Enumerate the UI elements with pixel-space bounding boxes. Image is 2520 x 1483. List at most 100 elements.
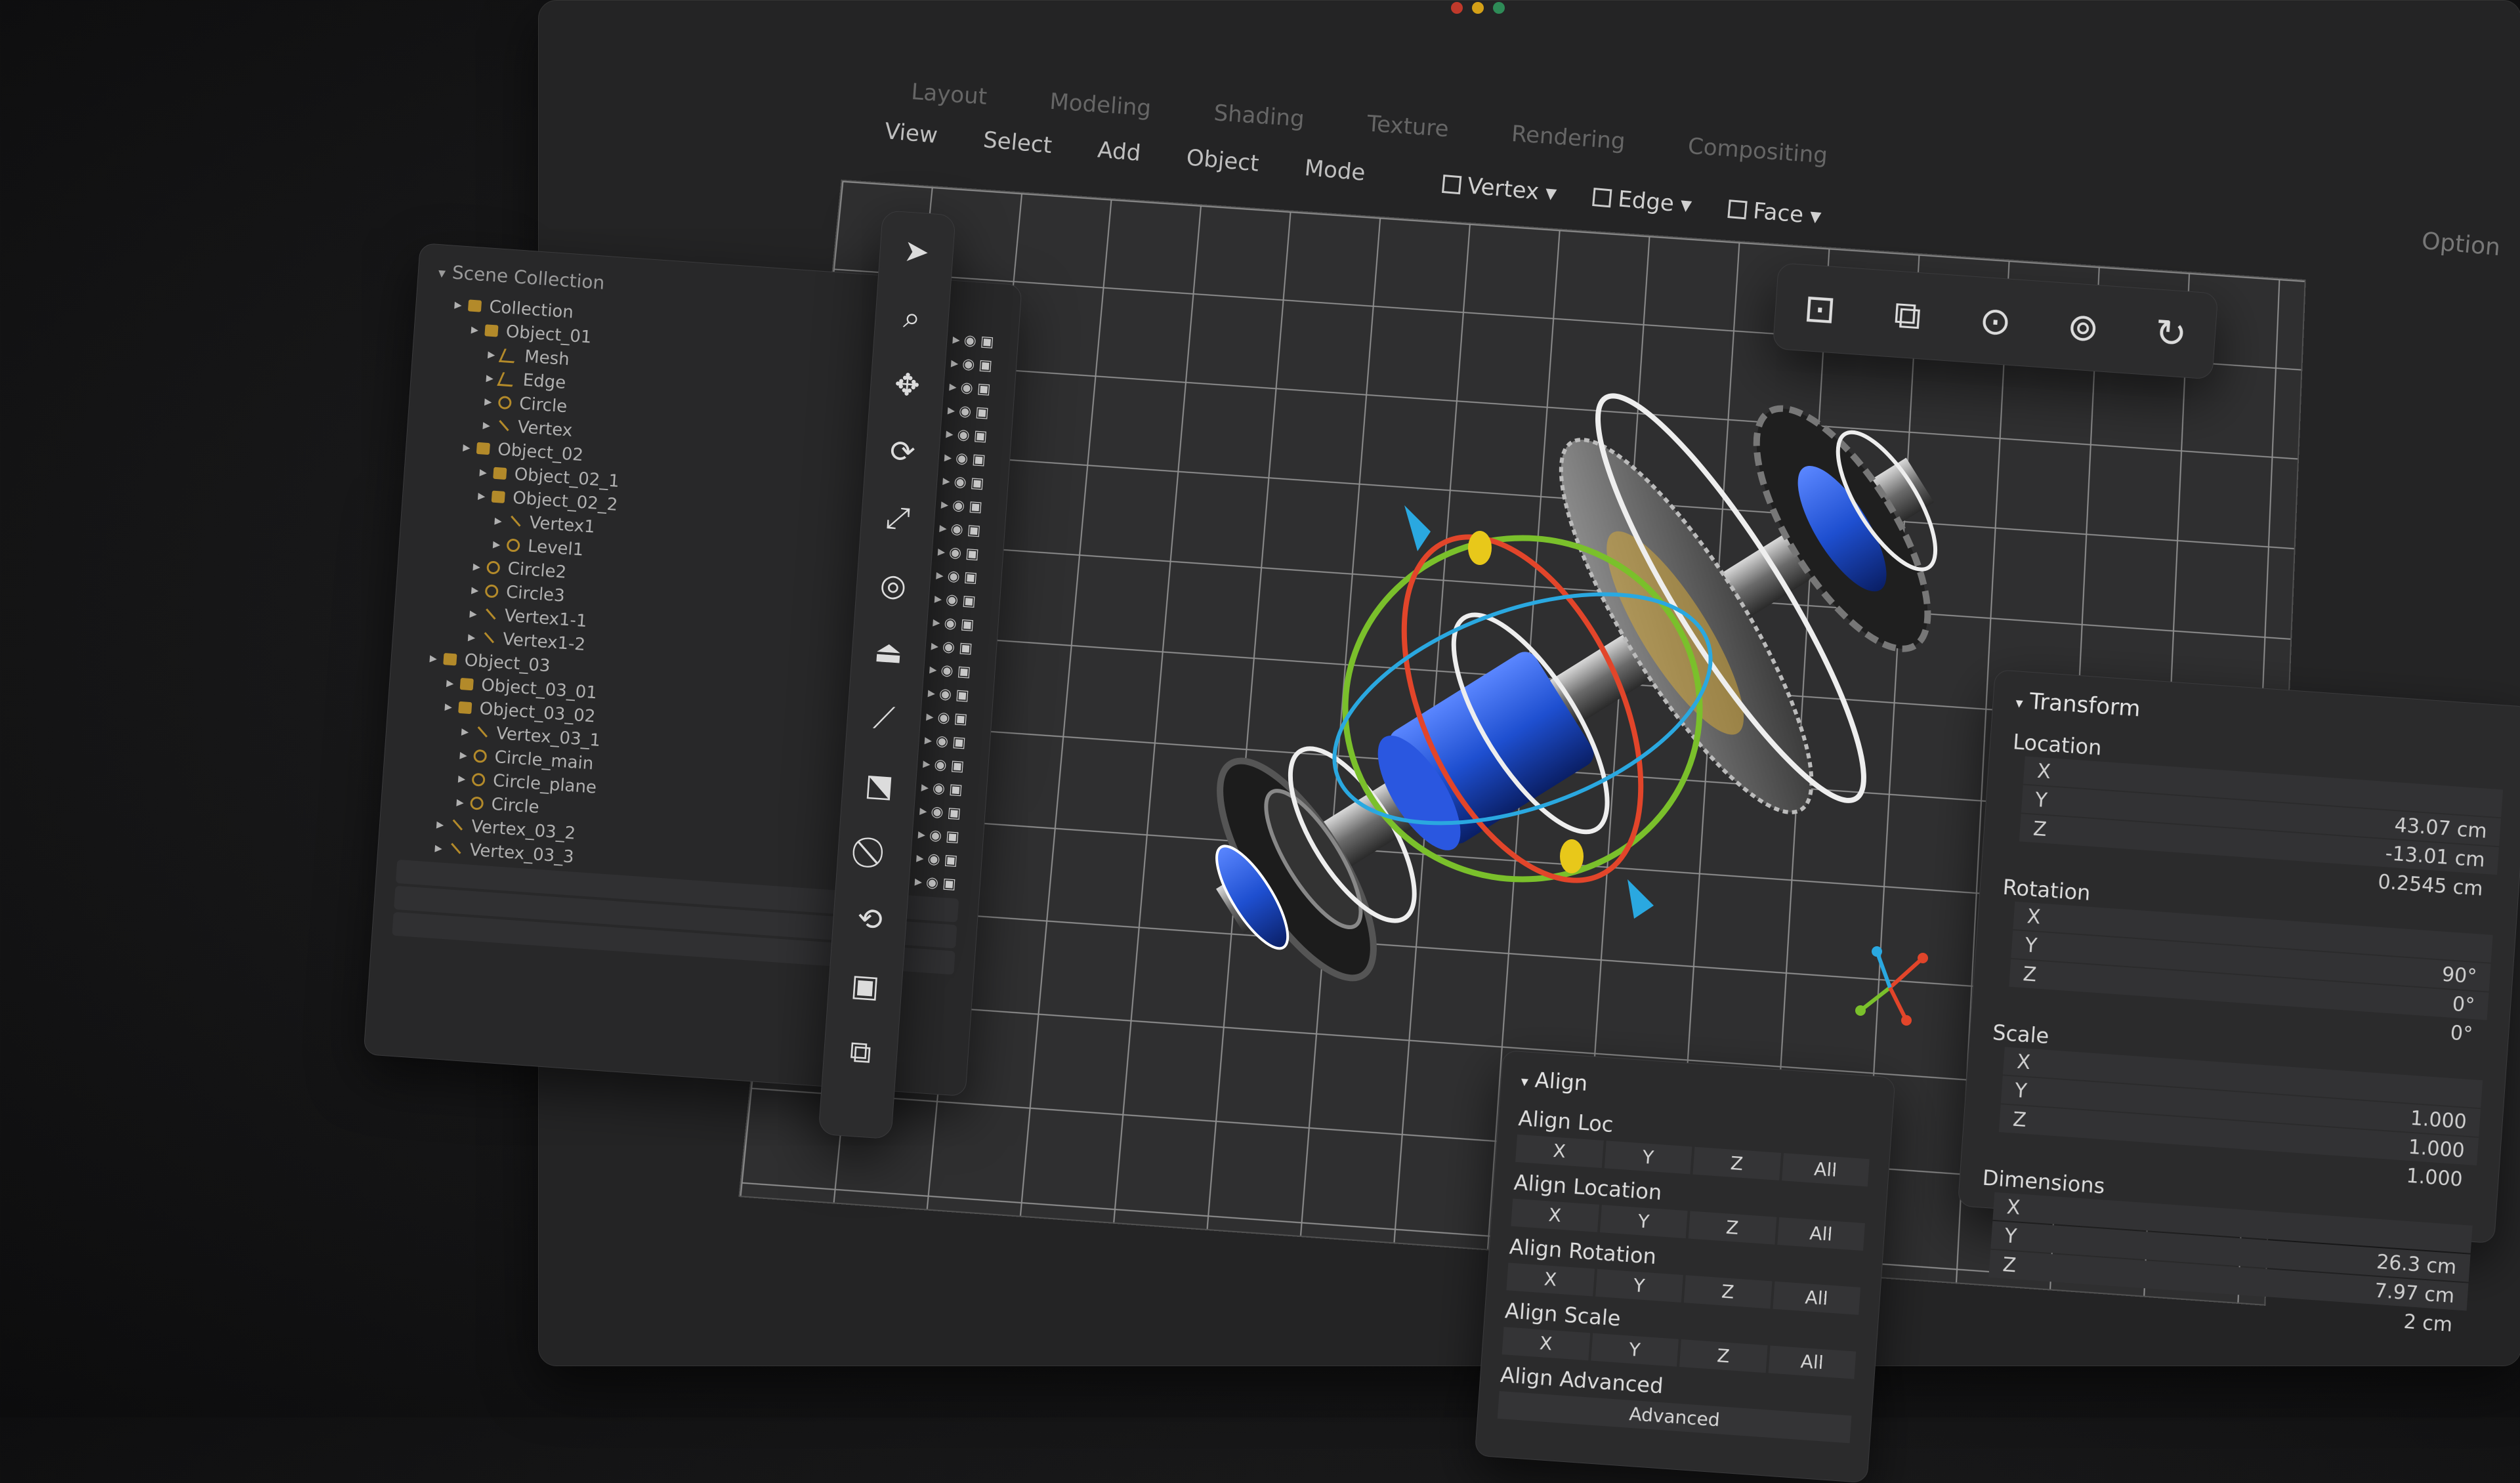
expand-arrow-icon[interactable]: ▸ [482, 417, 491, 434]
align-button[interactable]: Y [1599, 1205, 1687, 1238]
align-button[interactable]: Z [1692, 1147, 1780, 1180]
expand-arrow-icon[interactable]: ▸ [471, 581, 479, 598]
visibility-toggles-icon[interactable]: ▸◉▣ [926, 708, 973, 728]
expand-arrow-icon[interactable]: ▸ [444, 698, 453, 715]
align-button[interactable]: Y [1604, 1140, 1692, 1174]
align-button[interactable]: All [1782, 1153, 1870, 1186]
visibility-toggles-icon[interactable]: ▸◉▣ [939, 520, 986, 539]
expand-arrow-icon[interactable]: ▸ [467, 629, 476, 646]
workspace-tab-3[interactable]: Texture [1366, 111, 1450, 143]
align-button[interactable]: X [1511, 1199, 1599, 1232]
expand-arrow-icon[interactable]: ▸ [494, 512, 503, 529]
menu-item-4[interactable]: Mode [1303, 155, 1366, 186]
gizmo-handle-yellow[interactable] [1468, 531, 1492, 565]
workspace-tab-0[interactable]: Layout [910, 79, 988, 110]
field-value: 0° [2452, 992, 2475, 1016]
expand-arrow-icon[interactable]: ▸ [484, 393, 493, 410]
visibility-toggles-icon[interactable]: ▸◉▣ [914, 873, 961, 892]
local-view-icon[interactable]: ⧉ [1885, 295, 1930, 335]
proportional-edit-icon[interactable]: ⊚ [2061, 307, 2105, 346]
expand-arrow-icon[interactable]: ▸ [457, 770, 466, 787]
expand-arrow-icon[interactable]: ▸ [456, 793, 465, 810]
window-dot-1[interactable] [1472, 2, 1484, 14]
zoom-icon[interactable]: ⌕ [890, 298, 934, 337]
expand-arrow-icon[interactable]: ▸ [461, 723, 469, 740]
scale-icon[interactable]: ⤢ [875, 499, 920, 538]
align-button[interactable]: Z [1679, 1339, 1767, 1373]
visibility-toggles-icon[interactable]: ▸◉▣ [950, 354, 997, 374]
window-dot-2[interactable] [1493, 2, 1505, 14]
visibility-toggles-icon[interactable]: ▸◉▣ [946, 425, 992, 445]
select-mode-label: Edge [1617, 186, 1675, 217]
expand-arrow-icon[interactable]: ▸ [479, 464, 488, 481]
visibility-toggles-icon[interactable]: ▸◉▣ [940, 496, 987, 516]
window-dot-0[interactable] [1451, 2, 1463, 14]
expand-arrow-icon[interactable]: ▸ [463, 439, 471, 456]
visibility-toggles-icon[interactable]: ▸◉▣ [931, 637, 977, 657]
align-title[interactable]: ▾Align [1521, 1066, 1874, 1116]
visibility-toggles-icon[interactable]: ▸◉▣ [929, 661, 976, 680]
visibility-toggles-icon[interactable]: ▸◉▣ [919, 803, 966, 822]
gizmo-arrow-cyan-2[interactable] [1628, 879, 1654, 919]
align-button[interactable]: Z [1689, 1211, 1776, 1245]
visibility-toggles-icon[interactable]: ▸◉▣ [952, 331, 999, 351]
visibility-toggles-icon[interactable]: ▸◉▣ [936, 567, 982, 587]
expand-arrow-icon[interactable]: ▸ [472, 558, 481, 575]
expand-arrow-icon[interactable]: ▸ [471, 321, 479, 338]
align-button[interactable]: All [1777, 1217, 1865, 1251]
expand-arrow-icon[interactable]: ▸ [469, 605, 478, 622]
align-button[interactable]: Z [1684, 1275, 1772, 1308]
axis-orientation-gizmo[interactable] [1851, 945, 1929, 1030]
align-button[interactable]: All [1768, 1345, 1856, 1379]
visibility-toggles-icon[interactable]: ▸◉▣ [949, 378, 996, 398]
expand-arrow-icon[interactable]: ▸ [436, 816, 444, 833]
visibility-toggles-icon[interactable]: ▸◉▣ [924, 732, 971, 751]
move-icon[interactable]: ✥ [885, 365, 930, 404]
extrude-icon[interactable]: ⏏ [866, 632, 911, 671]
visibility-toggles-icon[interactable]: ▸◉▣ [917, 826, 964, 846]
refresh-icon[interactable]: ↻ [2149, 314, 2193, 353]
select-cursor-icon[interactable]: ➤ [894, 232, 939, 271]
expand-arrow-icon[interactable]: ▸ [477, 488, 486, 505]
knife-icon[interactable]: ⃠ [852, 832, 897, 871]
align-button[interactable]: All [1773, 1282, 1860, 1315]
visibility-toggles-icon[interactable]: ▸◉▣ [916, 850, 963, 869]
align-button[interactable]: Y [1595, 1269, 1683, 1303]
align-button[interactable]: X [1506, 1263, 1594, 1296]
visibility-toggles-icon[interactable]: ▸◉▣ [923, 755, 969, 775]
visibility-toggles-icon[interactable]: ▸◉▣ [944, 449, 990, 469]
visibility-toggles-icon[interactable]: ▸◉▣ [933, 614, 979, 633]
gizmo-handle-yellow-2[interactable] [1560, 839, 1584, 873]
visibility-toggles-icon[interactable]: ▸◉▣ [934, 591, 980, 610]
snap-icon[interactable]: ⧉ [838, 1033, 883, 1072]
rotate-icon[interactable]: ⟳ [881, 432, 925, 471]
box-select-icon[interactable]: ▣ [843, 966, 888, 1005]
menu-item-0[interactable]: View [884, 118, 939, 149]
expand-arrow-icon[interactable]: ▸ [454, 296, 463, 313]
pivot-point-icon[interactable]: ⊙ [1973, 301, 2018, 341]
frame-selected-icon[interactable]: ⊡ [1797, 289, 1842, 328]
visibility-toggles-icon[interactable]: ▸◉▣ [921, 779, 967, 799]
visibility-toggles-icon[interactable]: ▸◉▣ [937, 543, 984, 563]
expand-arrow-icon[interactable]: ▸ [459, 747, 468, 764]
measure-icon[interactable]: ⟋ [862, 699, 906, 738]
annotate-icon[interactable]: ⬔ [857, 766, 902, 805]
expand-arrow-icon[interactable]: ▸ [434, 839, 443, 856]
visibility-toggles-icon[interactable]: ▸◉▣ [927, 684, 974, 704]
menu-item-2[interactable]: Add [1097, 136, 1142, 167]
visibility-toggles-icon[interactable]: ▸◉▣ [942, 472, 989, 492]
align-button[interactable]: X [1502, 1327, 1590, 1360]
align-button[interactable]: Y [1591, 1333, 1679, 1367]
expand-arrow-icon[interactable]: ▸ [488, 346, 496, 363]
visibility-toggles-icon[interactable]: ▸◉▣ [947, 402, 994, 421]
expand-arrow-icon[interactable]: ▸ [446, 675, 454, 692]
expand-arrow-icon[interactable]: ▸ [486, 369, 494, 386]
gizmo-arrow-cyan[interactable] [1404, 505, 1431, 551]
gear-assembly-model[interactable] [1116, 367, 2034, 1024]
spin-icon[interactable]: ⟲ [848, 899, 892, 938]
align-button[interactable]: X [1515, 1135, 1603, 1168]
field-value: 2 cm [2403, 1310, 2454, 1336]
expand-arrow-icon[interactable]: ▸ [429, 650, 438, 667]
transform-icon[interactable]: ◎ [871, 565, 915, 604]
expand-arrow-icon[interactable]: ▸ [492, 535, 501, 553]
